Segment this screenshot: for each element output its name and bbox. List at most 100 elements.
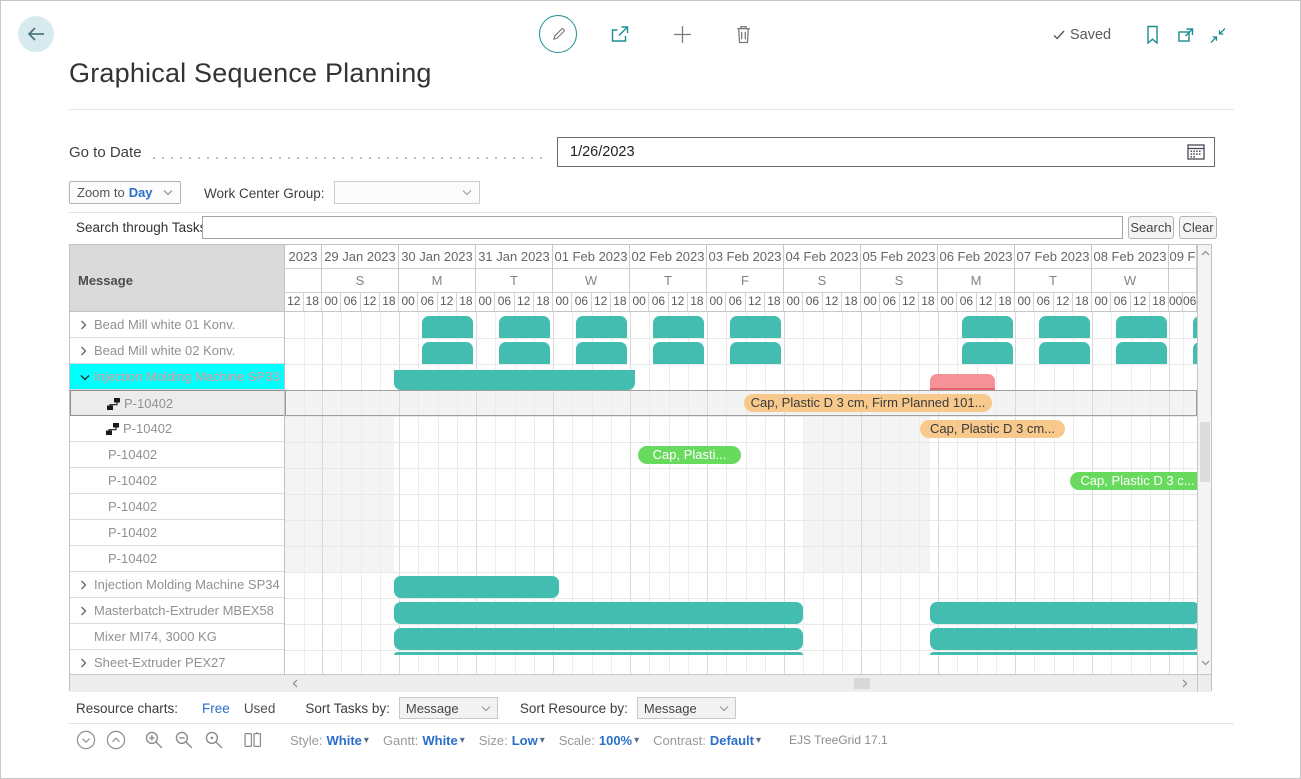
contrast-select[interactable]: Default [710,733,754,748]
gantt-bar[interactable]: Cap, Plastic D 3 cm... [920,420,1065,438]
gantt-bar[interactable] [1039,316,1090,338]
scroll-down-arrow-icon[interactable] [1198,657,1212,669]
day-letter-label: W [1092,269,1169,293]
scroll-right-arrow-icon[interactable] [1178,677,1192,690]
tree-row-task[interactable]: P-10402 [70,468,284,494]
gantt-bar[interactable] [730,316,781,338]
hour-cell: 18 [1150,293,1169,311]
gantt-bar[interactable] [499,316,550,338]
resource-charts-free-toggle[interactable]: Free [202,701,230,716]
chevron-right-icon[interactable] [80,320,87,330]
gantt-bar[interactable] [422,342,473,364]
search-button[interactable]: Search [1128,216,1174,239]
gantt-bar[interactable] [930,628,1197,650]
day-date-label: 06 Feb 2023 [938,245,1015,269]
gantt-bar[interactable] [499,342,550,364]
vertical-scrollbar[interactable] [1197,245,1211,674]
gridline [341,312,342,674]
tree-row-resource[interactable]: Injection Molding Machine SP33 [70,364,284,390]
tree-row-task[interactable]: P-10402 [70,442,284,468]
gantt-bar[interactable] [653,316,704,338]
gantt-bar[interactable] [730,342,781,364]
tree-row-task[interactable]: P-10402 [70,494,284,520]
gantt-bar[interactable] [962,316,1013,338]
clear-button[interactable]: Clear [1179,216,1217,239]
gantt-grid: Message 2023121829 Jan 2023S0006121830 J… [69,244,1212,691]
calendar-button[interactable] [1187,143,1205,160]
gantt-bar[interactable]: Cap, Plasti... [638,446,741,464]
tree-row-resource[interactable]: Sheet-Extruder PEX27 [70,650,284,674]
tree-column-header[interactable]: Message [70,245,285,312]
gantt-bar[interactable] [1039,342,1090,364]
gantt-bar[interactable] [930,602,1197,624]
gantt-bar[interactable] [394,628,803,650]
gantt-bar[interactable] [1116,316,1167,338]
tree-row-task[interactable]: P-10402 [70,546,284,572]
sort-tasks-select[interactable]: Message [399,697,498,719]
zoom-in-icon[interactable] [144,730,164,750]
tree-row-task[interactable]: P-10402 [70,520,284,546]
expand-all-button[interactable] [76,730,96,750]
tree-row-task[interactable]: P-10402 [70,390,284,416]
gantt-bar[interactable]: Cap, Plastic D 3 cm, Firm Planned 101... [744,394,992,412]
gantt-bar[interactable]: Cap, Plastic D 3 c... [1070,472,1197,490]
sort-resource-select[interactable]: Message [637,697,736,719]
zoom-to-select[interactable]: Zoom to Day [69,181,181,204]
hour-cell: 18 [457,293,476,311]
scroll-up-arrow-icon[interactable] [1198,247,1212,259]
gantt-bar[interactable] [930,652,1197,655]
hour-cell: 06 [341,293,360,311]
gantt-bar[interactable] [394,602,803,624]
gantt-bar[interactable] [1116,342,1167,364]
hour-cell: 06 [1111,293,1130,311]
goto-date-input[interactable] [557,137,1215,167]
tree-row-resource[interactable]: Mixer MI74, 3000 KG [70,624,284,650]
scale-select[interactable]: 100% [599,733,632,748]
gantt-bar[interactable] [394,370,635,390]
resource-charts-used-toggle[interactable]: Used [244,701,276,716]
gantt-bar[interactable] [930,374,995,390]
share-button[interactable] [609,24,631,45]
tree-row-resource[interactable]: Bead Mill white 01 Konv. [70,312,284,338]
chevron-right-icon[interactable] [80,606,87,616]
gantt-bar[interactable] [394,576,559,598]
horizontal-scrollbar[interactable] [70,674,1197,692]
gantt-bar[interactable] [394,652,803,655]
tree-row-resource[interactable]: Bead Mill white 02 Konv. [70,338,284,364]
bookmark-button[interactable] [1145,25,1160,45]
collapse-all-button[interactable] [106,730,126,750]
tree-row-label: Mixer MI74, 3000 KG [94,629,217,644]
tree-row-resource[interactable]: Injection Molding Machine SP34 [70,572,284,598]
gantt-bar[interactable] [653,342,704,364]
open-in-window-button[interactable] [1177,27,1195,44]
gantt-bar[interactable] [576,342,627,364]
zoom-reset-icon[interactable] [204,730,224,750]
vertical-scroll-thumb[interactable] [1200,422,1210,482]
tree-row-resource[interactable]: Masterbatch-Extruder MBEX58 [70,598,284,624]
row-gridline [285,650,1197,651]
add-button[interactable] [673,25,692,44]
chevron-right-icon[interactable] [80,580,87,590]
tree-row-task[interactable]: P-10402 [70,416,284,442]
zoom-out-icon[interactable] [174,730,194,750]
chevron-right-icon[interactable] [80,346,87,356]
collapse-button[interactable] [1209,27,1227,44]
print-preview-icon[interactable] [244,731,262,749]
search-tasks-input[interactable] [202,216,1123,239]
gantt-bar[interactable] [962,342,1013,364]
gantt-bar[interactable] [576,316,627,338]
style-select[interactable]: White [327,733,362,748]
chevron-right-icon[interactable] [80,658,87,668]
gantt-style-select[interactable]: White [422,733,457,748]
edit-button[interactable] [539,15,577,53]
chevron-down-icon[interactable] [80,374,90,381]
day-date-label: 31 Jan 2023 [476,245,553,269]
horizontal-scroll-thumb[interactable] [854,678,870,689]
scrollbar-corner [1197,674,1211,692]
scroll-left-arrow-icon[interactable] [288,677,302,690]
work-center-group-select[interactable] [334,181,480,204]
size-select[interactable]: Low [512,733,538,748]
gantt-bar[interactable] [422,316,473,338]
back-button[interactable] [18,16,54,52]
delete-button[interactable] [735,24,752,44]
